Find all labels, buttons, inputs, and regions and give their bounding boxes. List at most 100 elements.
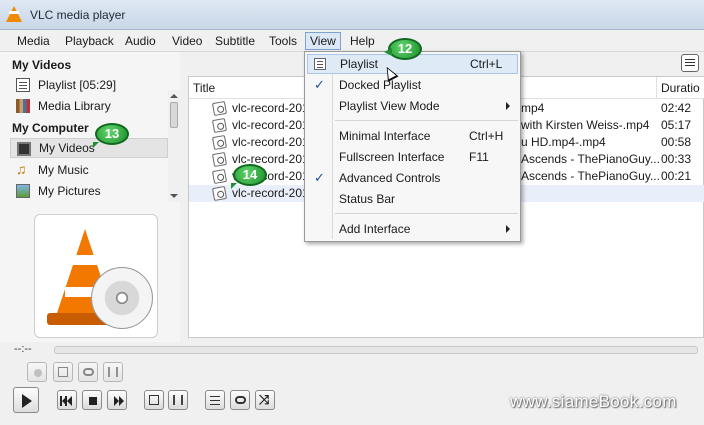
media-file-icon [211,117,228,134]
menu-item-label: Playlist [340,57,379,71]
vlc-cone-icon [6,6,22,22]
menu-item-advanced-controls[interactable]: ✓ Advanced Controls [307,168,518,188]
sidebar-scrollbar[interactable] [168,90,180,202]
row-duration: 00:58 [661,135,692,149]
sidebar-item-label: My Pictures [38,184,101,198]
menu-media[interactable]: Media [13,32,54,50]
submenu-arrow-icon [506,102,510,110]
equalizer-icon [173,395,183,405]
media-file-icon [211,134,228,151]
menu-audio[interactable]: Audio [121,32,160,50]
music-note-icon: ♫ [16,161,27,177]
stop-icon [89,397,97,405]
shuffle-icon: ⤨ [259,392,270,407]
sidebar-item-label: My Videos [39,141,95,155]
toggle-playlist-button[interactable] [205,390,225,410]
callout-badge-14: 14 [231,164,267,189]
previous-button[interactable] [57,390,77,410]
snapshot-button[interactable] [53,362,73,382]
loop-icon [235,396,246,404]
media-file-icon [211,185,228,202]
sidebar-item-my-videos[interactable]: My Videos [10,138,168,158]
media-library-icon [16,99,30,113]
row-title: vlc-record-201 [232,186,309,200]
menu-item-fullscreen-interface[interactable]: Fullscreen Interface F11 [307,147,518,167]
column-header-title[interactable]: Title [189,77,305,99]
menu-subtitle[interactable]: Subtitle [211,32,259,50]
disc-icon [91,267,153,329]
playlist-icon [16,78,30,92]
sidebar-item-my-music[interactable]: ♫ My Music [10,160,168,180]
sidebar-item-label: Media Library [38,99,111,113]
row-title-tail: Ascends - ThePianoGuy... [521,169,660,183]
menu-bar: Media Playback Audio Video Subtitle Tool… [0,30,704,52]
sidebar-item-playlist[interactable]: Playlist [05:29] [10,75,168,95]
view-menu-dropdown: Playlist Ctrl+L ✓ Docked Playlist Playli… [304,51,521,242]
watermark: www.siameBook.com [510,392,677,411]
loop-ab-button[interactable] [78,362,98,382]
scroll-up-icon[interactable] [170,94,178,98]
play-button[interactable] [13,387,39,413]
menu-tools[interactable]: Tools [265,32,301,50]
sidebar-item-label: Playlist [05:29] [38,78,117,92]
media-file-icon [211,168,228,185]
row-title-tail: u HD.mp4-.mp4 [521,135,606,149]
window-title: VLC media player [30,8,126,22]
stop-button[interactable] [82,390,102,410]
row-title: vlc-record-201 [232,118,309,132]
menu-item-playlist-view-mode[interactable]: Playlist View Mode [307,96,518,116]
next-button[interactable] [107,390,127,410]
menu-item-shortcut: Ctrl+H [469,129,504,143]
playlist-icon [314,58,326,70]
checkmark-icon: ✓ [314,170,325,185]
elapsed-time: --:-- [14,343,32,355]
menu-item-docked-playlist[interactable]: ✓ Docked Playlist [307,75,518,95]
menu-item-label: Playlist View Mode [339,99,440,113]
seek-slider[interactable] [54,346,698,354]
playlist-icon [210,396,220,397]
media-file-icon [211,151,228,168]
callout-badge-12: 12 [384,38,422,60]
extended-settings-button[interactable] [168,390,188,410]
scroll-thumb[interactable] [170,102,178,128]
menu-item-label: Fullscreen Interface [339,150,445,164]
loop-button[interactable] [230,390,250,410]
row-title-tail: mp4 [521,101,545,115]
album-art [34,214,158,338]
menu-view[interactable]: View [305,32,341,50]
row-duration: 02:42 [661,101,692,115]
record-icon [34,369,42,377]
menu-help[interactable]: Help [346,32,379,50]
record-button[interactable] [27,362,47,382]
video-film-icon [17,142,31,156]
menu-item-shortcut: Ctrl+L [470,57,503,71]
sidebar-item-media-library[interactable]: Media Library [10,96,168,116]
picture-icon [16,184,30,198]
menu-item-label: Advanced Controls [339,171,441,185]
menu-item-label: Docked Playlist [339,78,422,92]
menu-item-status-bar[interactable]: Status Bar [307,189,518,209]
row-title: vlc-record-201 [232,101,309,115]
sidebar-item-label: My Music [38,163,89,177]
menu-playback[interactable]: Playback [61,32,118,50]
menu-item-minimal-interface[interactable]: Minimal Interface Ctrl+H [307,126,518,146]
menu-separator [335,213,518,214]
sidebar-item-my-pictures[interactable]: My Pictures [10,181,168,201]
fullscreen-button[interactable] [144,390,164,410]
menu-item-label: Status Bar [339,192,396,206]
row-title: vlc-record-201 [232,135,309,149]
row-duration: 00:21 [661,169,692,183]
camera-icon [58,367,68,377]
menu-video[interactable]: Video [168,32,206,50]
section-my-videos: My Videos [12,58,72,72]
play-icon [22,394,32,408]
playlist-view-toggle-icon[interactable] [681,54,699,72]
shuffle-button[interactable]: ⤨ [255,390,275,410]
menu-item-label: Add Interface [339,222,411,236]
column-header-duration[interactable]: Duratio [657,77,704,99]
scroll-down-icon[interactable] [170,194,178,198]
row-title-tail: Ascends - ThePianoGuy... [521,152,660,166]
menu-item-add-interface[interactable]: Add Interface [307,219,518,239]
row-duration: 00:33 [661,152,692,166]
frame-step-button[interactable] [103,362,123,382]
